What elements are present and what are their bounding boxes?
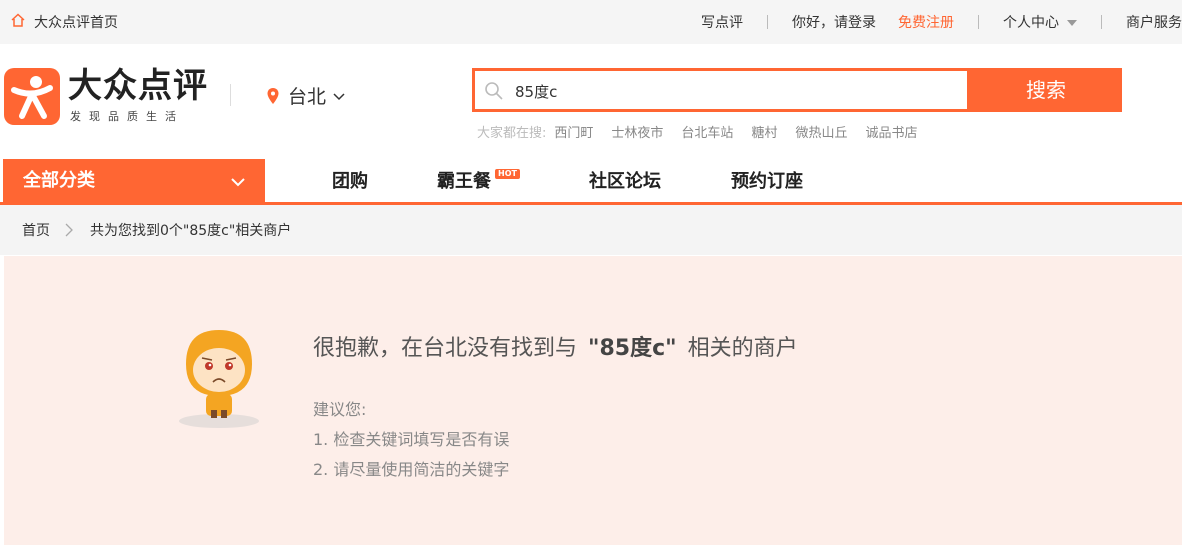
search-box — [472, 68, 970, 112]
hot-keyword[interactable]: 诚品书店 — [865, 122, 917, 141]
nav-item-forum[interactable]: 社区论坛 — [589, 159, 661, 202]
chevron-down-icon — [231, 178, 245, 187]
msg-prefix: 很抱歉，在台北没有找到与 — [313, 336, 578, 361]
search-button[interactable]: 搜索 — [970, 68, 1122, 112]
caret-down-icon — [1067, 20, 1077, 26]
user-center-menu[interactable]: 个人中心 — [1003, 12, 1077, 32]
hot-keyword[interactable]: 糖村 — [751, 122, 777, 141]
user-center-label: 个人中心 — [1003, 15, 1059, 31]
all-categories-button[interactable]: 全部分类 — [3, 159, 265, 202]
search-keyword: "85度c" — [588, 336, 677, 361]
merchant-service-link[interactable]: 商户服务 — [1126, 12, 1182, 32]
main-nav: 全部分类 团购 霸王餐 HOT 社区论坛 预约订座 — [0, 159, 1182, 205]
chevron-down-icon — [333, 92, 345, 100]
no-result-panel: 很抱歉，在台北没有找到与 "85度c" 相关的商户 建议您: 1. 检查关键词填… — [4, 256, 1182, 545]
location-pin-icon — [267, 87, 279, 104]
search-input[interactable] — [513, 71, 957, 111]
login-link[interactable]: 你好，请登录 — [792, 12, 876, 32]
divider — [978, 15, 979, 29]
top-bar: 大众点评首页 写点评 你好，请登录 免费注册 个人中心 商户服务 — [0, 0, 1182, 44]
hot-keyword[interactable]: 西门町 — [554, 122, 593, 141]
nav-item-reservation[interactable]: 预约订座 — [731, 159, 803, 202]
hot-badge: HOT — [495, 169, 520, 179]
nav-item-free-meal[interactable]: 霸王餐 HOT — [437, 159, 520, 202]
breadcrumb-home[interactable]: 首页 — [22, 220, 50, 240]
register-link[interactable]: 免费注册 — [898, 12, 954, 32]
top-links: 写点评 你好，请登录 免费注册 个人中心 商户服务 — [701, 12, 1182, 32]
result-count: 共为您找到0个"85度c"相关商户 — [90, 223, 292, 239]
hot-searches: 大家都在搜: 西门町 士林夜市 台北车站 糖村 微热山丘 诚品书店 — [477, 122, 917, 141]
breadcrumb: 首页 共为您找到0个"85度c"相关商户 — [0, 205, 1182, 255]
divider — [767, 15, 768, 29]
divider — [1101, 15, 1102, 29]
suggestion-item: 1. 检查关键词填写是否有误 — [313, 430, 510, 449]
divider — [230, 84, 231, 106]
msg-suffix: 相关的商户 — [687, 336, 798, 361]
homepage-link-label: 大众点评首页 — [34, 15, 118, 31]
house-icon — [10, 12, 26, 32]
all-categories-label: 全部分类 — [23, 170, 95, 191]
hot-keyword[interactable]: 微热山丘 — [795, 122, 847, 141]
homepage-link[interactable]: 大众点评首页 — [10, 12, 118, 32]
city-label: 台北 — [288, 86, 327, 108]
nav-item-label: 霸王餐 — [437, 171, 491, 192]
no-result-message: 很抱歉，在台北没有找到与 "85度c" 相关的商户 — [313, 330, 798, 362]
brand-name: 大众点评 — [68, 66, 208, 106]
suggestion-title: 建议您: — [313, 400, 367, 419]
hot-keyword[interactable]: 台北车站 — [681, 122, 733, 141]
sad-mascot-icon — [179, 330, 259, 428]
chevron-right-icon — [65, 223, 73, 237]
hot-searches-label: 大家都在搜: — [477, 126, 547, 141]
brand-slogan: 发现品质生活 — [70, 110, 184, 123]
city-selector[interactable]: 台北 — [266, 82, 346, 109]
logo-icon[interactable] — [4, 68, 60, 125]
write-review-link[interactable]: 写点评 — [701, 12, 743, 32]
search-icon — [485, 82, 503, 100]
nav-item-group-buy[interactable]: 团购 — [332, 159, 368, 202]
suggestion-item: 2. 请尽量使用简洁的关键字 — [313, 460, 510, 479]
hot-keyword[interactable]: 士林夜市 — [611, 122, 663, 141]
